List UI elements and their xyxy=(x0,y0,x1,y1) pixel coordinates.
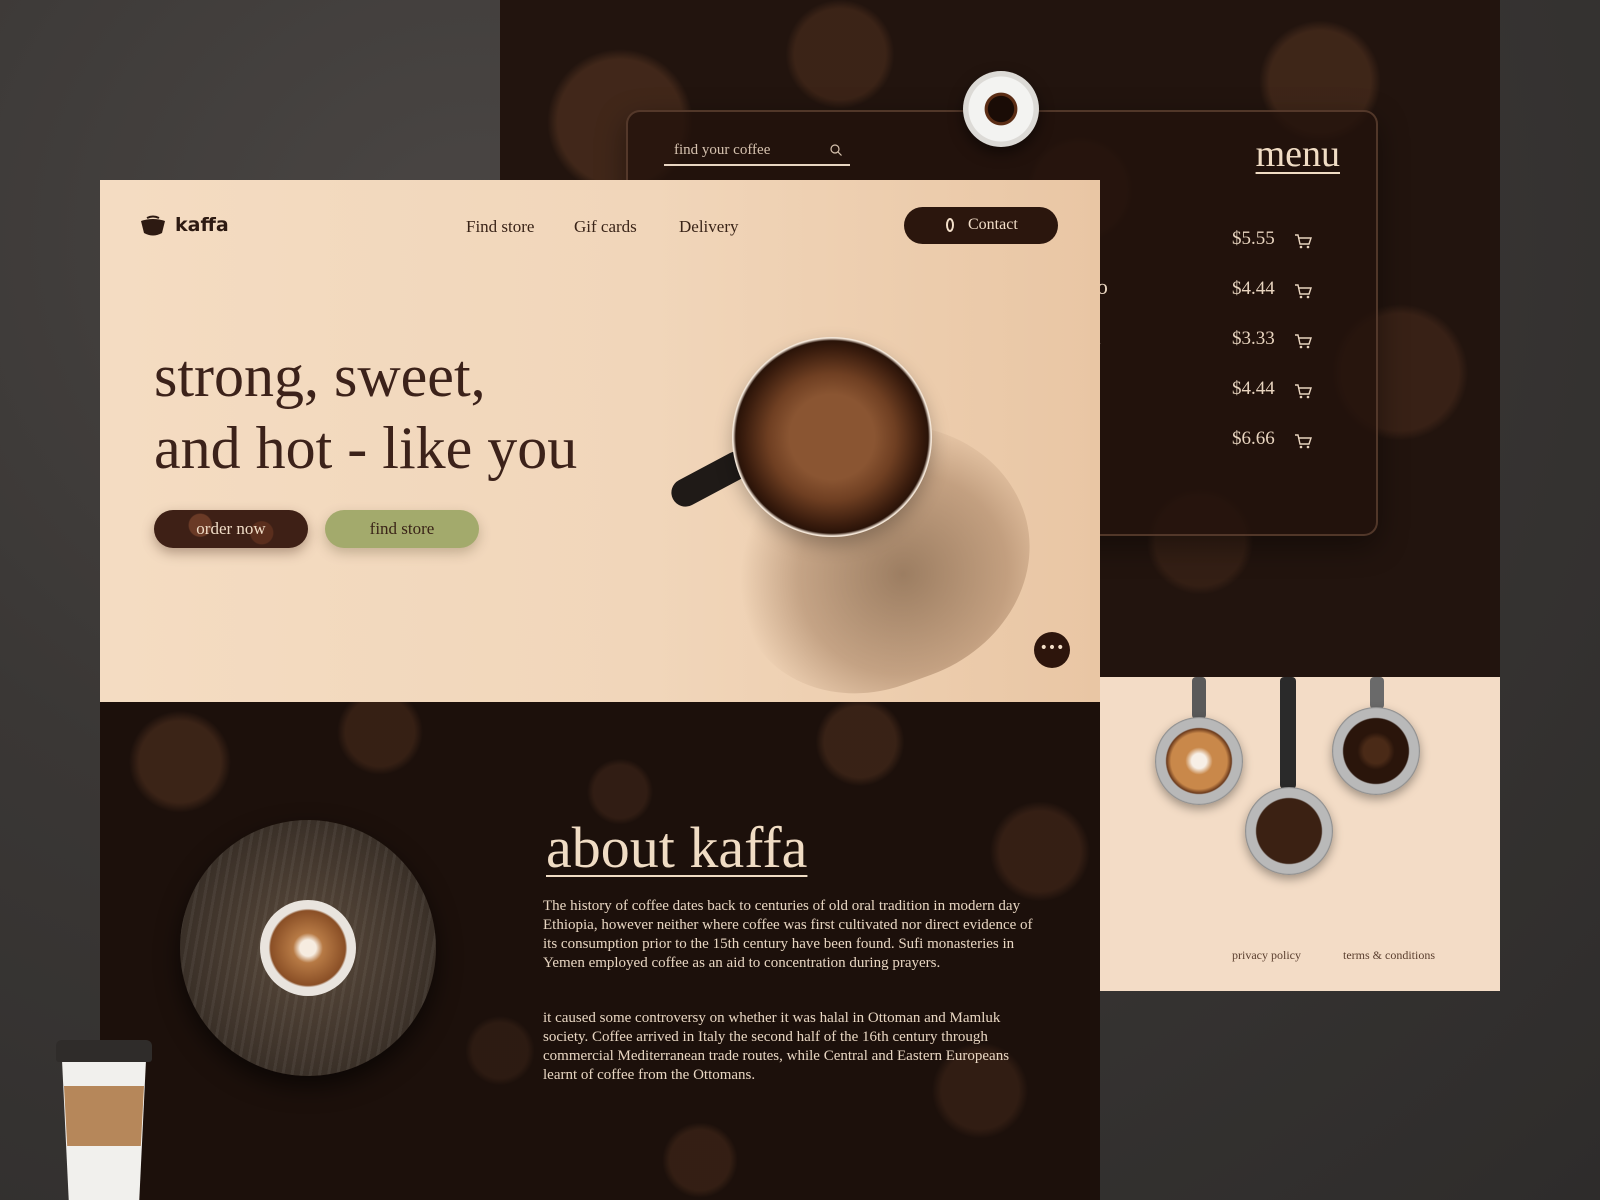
logo-text: kaffa xyxy=(175,214,229,236)
hero-section: kaffa Find store Gif cards Delivery Cont… xyxy=(100,180,1100,702)
headline-line-1: strong, sweet, xyxy=(154,343,486,409)
cart-icon[interactable] xyxy=(1294,282,1312,300)
cart-icon[interactable] xyxy=(1294,432,1312,450)
cup-lid xyxy=(56,1040,152,1062)
footer-panel: privacy policy terms & conditions xyxy=(1100,677,1500,991)
latte-art-image xyxy=(260,900,356,996)
about-title: about kaffa xyxy=(546,815,808,880)
menu-item-price: $4.44 xyxy=(1232,278,1275,299)
cup-logo-icon xyxy=(141,215,165,236)
order-now-button[interactable]: order now xyxy=(154,510,308,548)
privacy-policy-link[interactable]: privacy policy xyxy=(1232,948,1301,963)
portafilter-handle xyxy=(1370,677,1384,709)
headline-line-2: and hot - like you xyxy=(154,415,578,481)
nav-delivery[interactable]: Delivery xyxy=(679,217,738,237)
portafilter-beans-image xyxy=(1332,707,1420,795)
portafilter-latte-image xyxy=(1155,717,1243,805)
cart-icon[interactable] xyxy=(1294,382,1312,400)
portafilter-handle xyxy=(1192,677,1206,719)
about-paragraph-2: it caused some controversy on whether it… xyxy=(543,1010,1010,1083)
menu-title: menu xyxy=(1255,133,1340,175)
cart-icon[interactable] xyxy=(1294,332,1312,350)
about-paragraph-1: The history of coffee dates back to cent… xyxy=(543,898,1033,971)
portafilter-handle xyxy=(1280,677,1296,789)
menu-item-price: $4.44 xyxy=(1232,378,1275,399)
search-icon[interactable] xyxy=(830,144,842,156)
chat-icon[interactable]: ••• xyxy=(1034,632,1070,668)
contact-button[interactable]: Contact xyxy=(904,207,1058,244)
nav-find-store[interactable]: Find store xyxy=(466,217,534,237)
menu-item-price: $5.55 xyxy=(1232,228,1275,249)
find-store-button[interactable]: find store xyxy=(325,510,479,548)
espresso-cup-image xyxy=(963,71,1039,147)
contact-label: Contact xyxy=(968,216,1018,233)
nav-gift-cards[interactable]: Gif cards xyxy=(574,217,637,237)
search-placeholder: find your coffee xyxy=(674,142,771,158)
search-input[interactable]: find your coffee xyxy=(664,138,850,166)
menu-item-price: $6.66 xyxy=(1232,428,1275,449)
wooden-table-image xyxy=(180,820,436,1076)
coffee-mug-image xyxy=(732,337,932,537)
takeaway-cup-image xyxy=(56,1040,152,1200)
cart-icon[interactable] xyxy=(1294,232,1312,250)
terms-link[interactable]: terms & conditions xyxy=(1343,948,1435,963)
portafilter-ground-coffee-image xyxy=(1245,787,1333,875)
about-section: about kaffa The history of coffee dates … xyxy=(100,702,1100,1200)
cup-sleeve xyxy=(64,1086,144,1146)
hero-headline: strong, sweet, and hot - like you xyxy=(154,340,577,484)
coffee-bean-icon xyxy=(946,218,954,232)
menu-item-price: $3.33 xyxy=(1232,328,1275,349)
